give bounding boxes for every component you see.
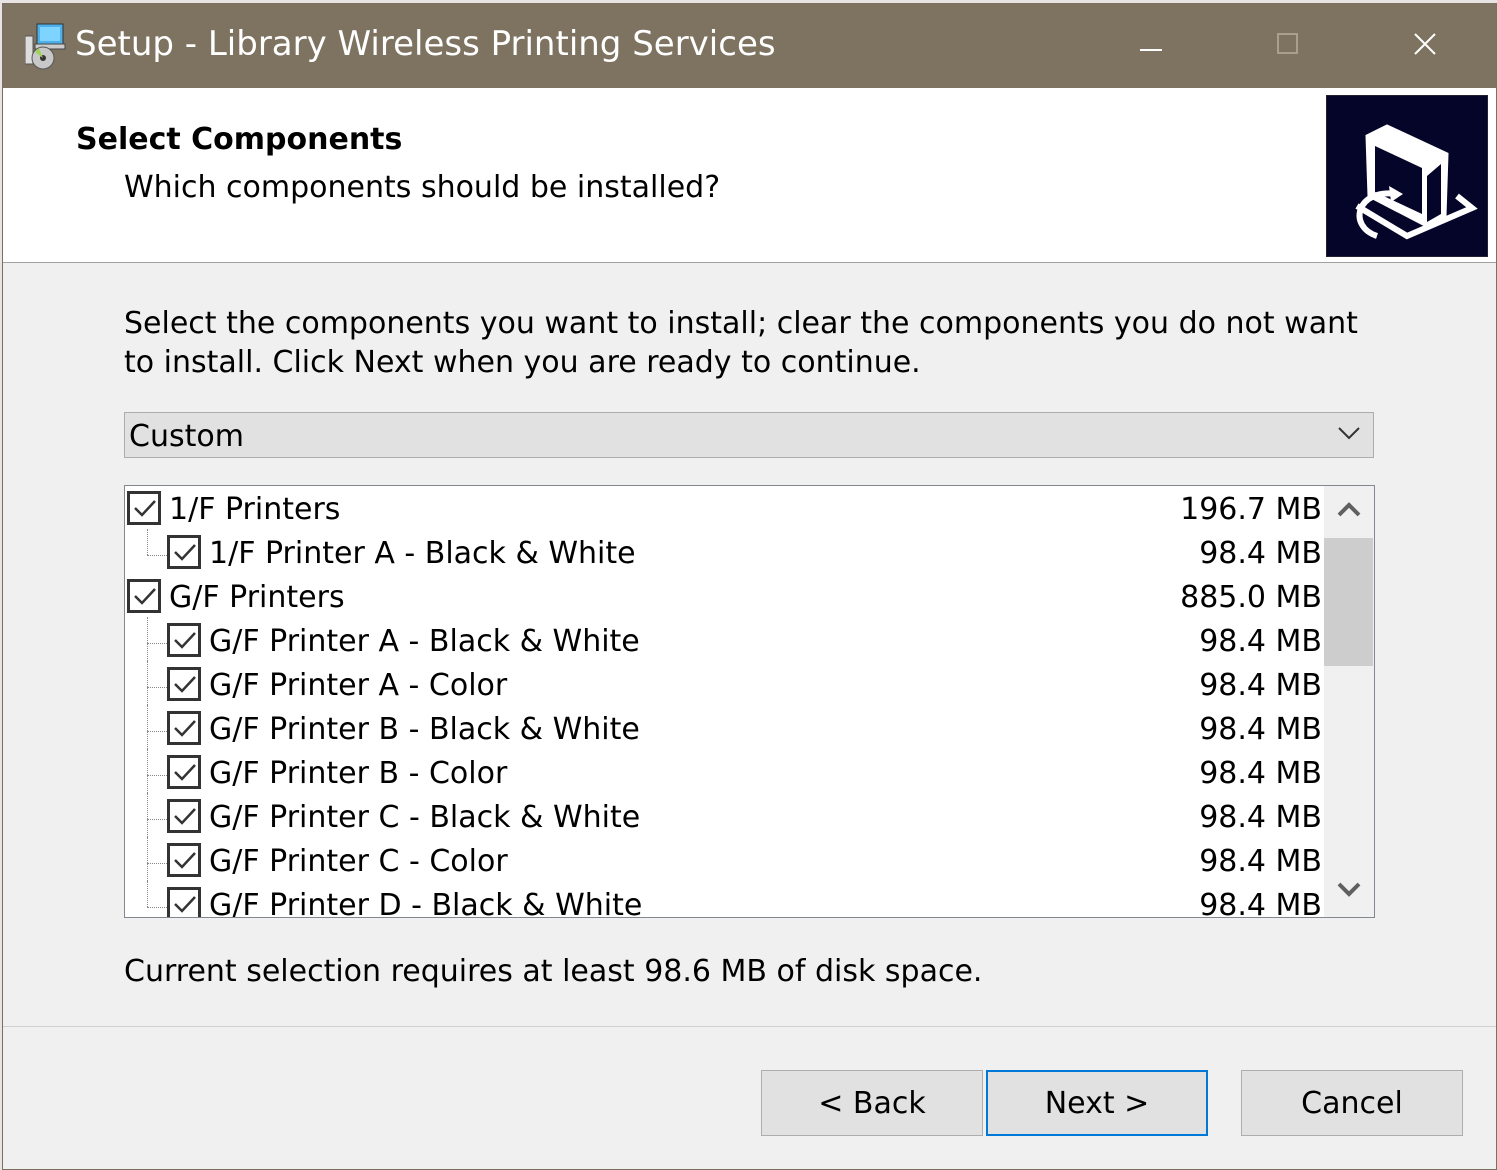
component-size: 196.7 MB <box>1180 492 1322 527</box>
tree-connector <box>147 775 167 776</box>
tree-connector <box>147 705 148 753</box>
component-checkbox[interactable] <box>167 843 201 877</box>
back-button[interactable]: < Back <box>761 1070 983 1136</box>
checkmark-icon <box>174 764 196 781</box>
component-size: 98.4 MB <box>1199 624 1322 659</box>
component-label: G/F Printer C - Black & White <box>209 800 641 835</box>
checkmark-icon <box>174 852 196 869</box>
tree-connector <box>147 643 167 644</box>
cancel-button[interactable]: Cancel <box>1241 1070 1463 1136</box>
component-size: 98.4 MB <box>1199 756 1322 791</box>
tree-connector <box>147 863 167 864</box>
scrollbar-thumb[interactable] <box>1324 538 1373 666</box>
component-item[interactable]: G/F Printer B - Black & White 98.4 MB <box>125 705 1322 753</box>
close-icon <box>1413 32 1437 60</box>
component-checkbox[interactable] <box>167 667 201 701</box>
computer-install-icon <box>1326 95 1488 257</box>
disk-space-requirement: Current selection requires at least 98.6… <box>124 954 983 989</box>
checkmark-icon <box>134 588 156 605</box>
checkmark-icon <box>134 500 156 517</box>
wizard-header: Select Components Which components shoul… <box>3 88 1496 263</box>
footer-divider <box>3 1026 1496 1027</box>
next-button[interactable]: Next > <box>986 1070 1208 1136</box>
setup-type-dropdown[interactable]: Custom <box>124 412 1374 458</box>
setup-type-value: Custom <box>129 419 244 454</box>
tree-connector <box>147 793 148 841</box>
component-item[interactable]: G/F Printer A - Black & White 98.4 MB <box>125 617 1322 665</box>
title-bar[interactable]: Setup - Library Wireless Printing Servic… <box>3 4 1496 88</box>
tree-connector <box>147 661 148 709</box>
component-item[interactable]: G/F Printers 885.0 MB <box>125 577 1322 621</box>
tree-connector <box>147 731 167 732</box>
component-checkbox[interactable] <box>167 755 201 789</box>
component-item[interactable]: G/F Printer B - Color 98.4 MB <box>125 749 1322 797</box>
component-label: G/F Printer C - Color <box>209 844 508 879</box>
component-item[interactable]: G/F Printer C - Black & White 98.4 MB <box>125 793 1322 841</box>
scroll-up-button[interactable] <box>1324 486 1374 536</box>
chevron-up-icon <box>1337 501 1361 521</box>
component-size: 885.0 MB <box>1180 580 1322 615</box>
setup-installer-icon <box>24 22 71 70</box>
component-checkbox[interactable] <box>167 887 201 917</box>
tree-connector <box>147 907 167 908</box>
checkmark-icon <box>174 808 196 825</box>
maximize-button[interactable] <box>1248 16 1328 76</box>
component-item[interactable]: G/F Printer A - Color 98.4 MB <box>125 661 1322 709</box>
chevron-down-icon <box>1337 425 1361 445</box>
component-checkbox[interactable] <box>167 711 201 745</box>
component-label: 1/F Printer A - Black & White <box>209 536 636 571</box>
component-item[interactable]: 1/F Printers 196.7 MB <box>125 489 1322 533</box>
maximize-icon <box>1277 33 1299 59</box>
tree-connector <box>147 617 148 665</box>
checkmark-icon <box>174 896 196 913</box>
components-list[interactable]: G/F Printer D - Black & White 98.4 MB G/F … <box>124 485 1375 918</box>
component-label: G/F Printer A - Black & White <box>209 624 640 659</box>
component-item[interactable]: 1/F Printer A - Black & White 98.4 MB <box>125 529 1322 577</box>
instructions-text: Select the components you want to instal… <box>124 306 1358 380</box>
component-checkbox[interactable] <box>167 535 201 569</box>
tree-connector <box>147 555 167 556</box>
component-item[interactable]: G/F Printer C - Color 98.4 MB <box>125 837 1322 885</box>
component-label: G/F Printer B - Black & White <box>209 712 640 747</box>
page-title: Select Components <box>76 122 403 157</box>
chevron-down-icon <box>1337 882 1361 902</box>
component-label: G/F Printers <box>169 580 345 615</box>
component-size: 98.4 MB <box>1199 888 1322 918</box>
vertical-scrollbar[interactable] <box>1324 486 1374 917</box>
setup-window: Setup - Library Wireless Printing Servic… <box>2 3 1497 1170</box>
component-checkbox[interactable] <box>167 799 201 833</box>
component-label: 1/F Printers <box>169 492 341 527</box>
checkmark-icon <box>174 544 196 561</box>
component-size: 98.4 MB <box>1199 844 1322 879</box>
page-subtitle: Which components should be installed? <box>124 170 721 205</box>
minimize-button[interactable] <box>1111 16 1191 76</box>
checkmark-icon <box>174 676 196 693</box>
component-size: 98.4 MB <box>1199 712 1322 747</box>
tree-connector <box>147 819 167 820</box>
component-item[interactable]: G/F Printer D - Black & White 98.4 MB <box>125 881 1322 918</box>
component-checkbox[interactable] <box>127 491 161 525</box>
component-label: G/F Printer B - Color <box>209 756 508 791</box>
tree-connector <box>147 837 148 885</box>
checkmark-icon <box>174 720 196 737</box>
tree-connector <box>147 749 148 797</box>
window-title: Setup - Library Wireless Printing Servic… <box>75 24 776 64</box>
scroll-down-button[interactable] <box>1324 867 1374 917</box>
close-button[interactable] <box>1385 16 1465 76</box>
component-checkbox[interactable] <box>127 579 161 613</box>
tree-connector <box>147 687 167 688</box>
component-checkbox[interactable] <box>167 623 201 657</box>
component-label: G/F Printer A - Color <box>209 668 508 703</box>
component-size: 98.4 MB <box>1199 668 1322 703</box>
component-label: G/F Printer D - Black & White <box>209 888 643 918</box>
minimize-icon <box>1140 37 1162 56</box>
checkmark-icon <box>174 632 196 649</box>
component-size: 98.4 MB <box>1199 536 1322 571</box>
component-size: 98.4 MB <box>1199 800 1322 835</box>
